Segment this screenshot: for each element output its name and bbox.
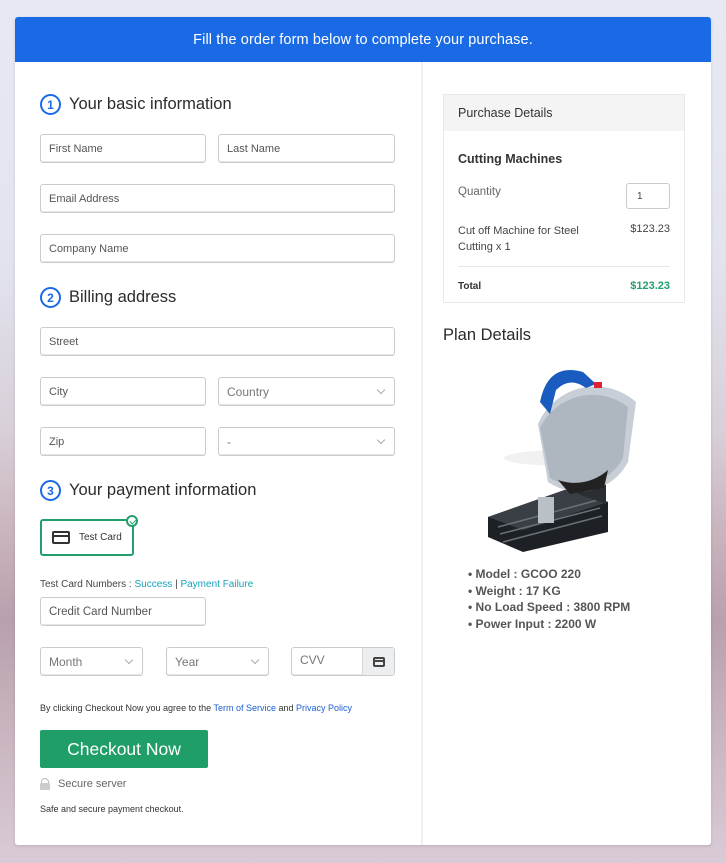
- terms-prefix: By clicking Checkout Now you agree to th…: [40, 703, 212, 713]
- country-select-value: Country: [227, 384, 270, 399]
- year-select[interactable]: Year: [166, 647, 269, 676]
- email-input[interactable]: Email Address: [40, 184, 395, 213]
- total-value: $123.23: [630, 280, 670, 292]
- month-select[interactable]: Month: [40, 647, 143, 676]
- step-number-2: 2: [40, 287, 61, 308]
- chevron-down-icon: [250, 655, 260, 665]
- line-item-price: $123.23: [630, 223, 670, 235]
- plan-details-title: Plan Details: [443, 326, 532, 344]
- line-item-name: Cut off Machine for Steel Cutting x 1: [458, 225, 579, 253]
- state-select[interactable]: -: [218, 427, 395, 456]
- section-title: Your basic information: [69, 95, 232, 113]
- secure-server-label: Secure server: [58, 778, 127, 790]
- total-label: Total: [458, 281, 482, 292]
- check-circle-icon: [126, 515, 138, 527]
- privacy-policy-link[interactable]: Privacy Policy: [296, 703, 352, 713]
- credit-card-icon: [52, 531, 70, 544]
- street-input[interactable]: Street: [40, 327, 395, 356]
- year-select-value: Year: [175, 654, 200, 669]
- terms-and: and: [278, 703, 294, 713]
- chevron-down-icon: [124, 655, 134, 665]
- plan-specs-list: Model : GCOO 220 Weight : 17 KG No Load …: [468, 566, 631, 633]
- payment-method-label: Test Card: [79, 532, 122, 543]
- zip-input[interactable]: Zip: [40, 427, 206, 456]
- section-payment: 3 Your payment information: [40, 480, 256, 501]
- first-name-input[interactable]: First Name: [40, 134, 206, 163]
- company-input[interactable]: Company Name: [40, 234, 395, 263]
- column-divider: [421, 62, 423, 845]
- payment-failure-link[interactable]: Payment Failure: [180, 579, 253, 590]
- link-separator: |: [175, 579, 178, 590]
- cvv-help-button[interactable]: [362, 648, 394, 675]
- trigger: [594, 382, 602, 388]
- section-title: Your payment information: [69, 481, 257, 499]
- spec-item: Power Input : 2200 W: [468, 616, 630, 633]
- lock-icon: [40, 778, 50, 790]
- city-input[interactable]: City: [40, 377, 206, 406]
- purchase-details-panel: Purchase Details Cutting Machines Quanti…: [443, 94, 685, 303]
- month-select-value: Month: [49, 654, 83, 669]
- country-select[interactable]: Country: [218, 377, 395, 406]
- test-numbers-label: Test Card Numbers :: [40, 579, 132, 590]
- secure-server: Secure server: [40, 778, 126, 790]
- section-billing: 2 Billing address: [40, 287, 176, 308]
- header-banner: Fill the order form below to complete yo…: [15, 17, 711, 62]
- step-number-3: 3: [40, 480, 61, 501]
- checkout-card: Fill the order form below to complete yo…: [15, 17, 711, 845]
- terms-of-service-link[interactable]: Term of Service: [213, 703, 276, 713]
- summary-divider: [458, 266, 670, 267]
- spec-item: Weight : 17 KG: [468, 583, 630, 600]
- success-link[interactable]: Success: [134, 579, 172, 590]
- credit-card-icon: [372, 656, 385, 667]
- vise-clamp: [538, 497, 554, 523]
- checkout-now-button[interactable]: Checkout Now: [40, 730, 208, 768]
- section-basic-info: 1 Your basic information: [40, 94, 232, 115]
- chevron-down-icon: [376, 435, 386, 445]
- product-category: Cutting Machines: [458, 152, 563, 166]
- purchase-details-header: Purchase Details: [444, 95, 684, 131]
- cut-off-machine-image: [488, 370, 636, 552]
- cvv-input[interactable]: CVV: [291, 647, 395, 676]
- cvv-placeholder: CVV: [300, 653, 325, 667]
- quantity-label: Quantity: [458, 186, 501, 198]
- step-number-1: 1: [40, 94, 61, 115]
- spec-item: Model : GCOO 220: [468, 566, 630, 583]
- spec-item: No Load Speed : 3800 RPM: [468, 599, 631, 616]
- last-name-input[interactable]: Last Name: [218, 134, 395, 163]
- safe-checkout-text: Safe and secure payment checkout.: [40, 804, 184, 814]
- section-title: Billing address: [69, 288, 177, 306]
- test-card-numbers: Test Card Numbers : Success | Payment Fa…: [40, 579, 253, 590]
- payment-method-test-card[interactable]: Test Card: [40, 515, 138, 556]
- chevron-down-icon: [376, 385, 386, 395]
- terms-text: By clicking Checkout Now you agree to th…: [40, 703, 352, 713]
- quantity-input[interactable]: 1: [626, 183, 670, 209]
- state-select-value: -: [227, 434, 231, 449]
- card-number-input[interactable]: Credit Card Number: [40, 597, 206, 626]
